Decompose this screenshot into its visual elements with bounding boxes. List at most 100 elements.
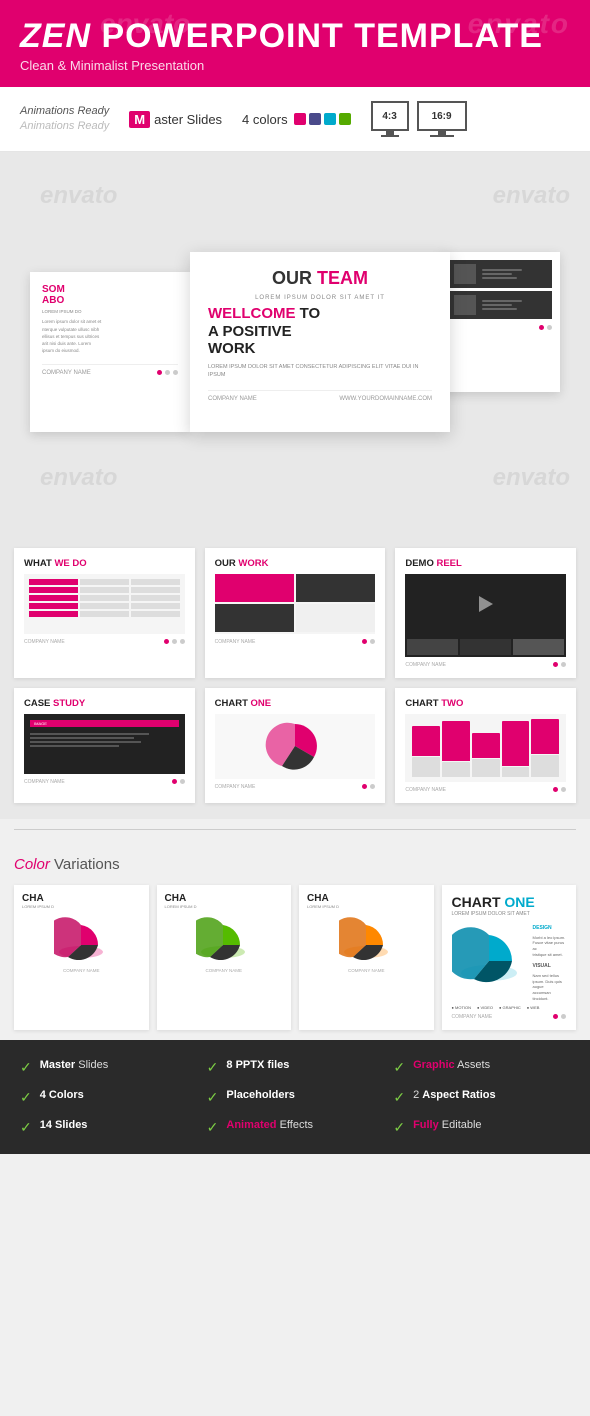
- nav-dot: [561, 662, 566, 667]
- thumb-chart1-footer: COMPANY NAME: [215, 784, 376, 790]
- watermark-left: envato: [100, 8, 190, 40]
- panel-line: [482, 300, 522, 302]
- panel-line: [482, 304, 512, 306]
- color-pie-svg-1: [54, 917, 109, 962]
- color-dot-green: [339, 113, 351, 125]
- wwd-cell: [80, 587, 129, 593]
- company-name: COMPANY NAME: [405, 787, 446, 793]
- feature-pptx-files: ✓ 8 PPTX files: [207, 1058, 384, 1076]
- legend-item: ● VIDEO: [477, 1005, 493, 1010]
- feature-text-4: 4 Colors: [40, 1088, 84, 1102]
- check-icon-4: ✓: [20, 1089, 32, 1106]
- bar: [502, 721, 530, 766]
- nav-dot: [547, 325, 552, 330]
- dark-panel-2: [448, 291, 552, 319]
- color-card-footer-3: COMPANY NAME: [307, 968, 426, 973]
- color-card-title-2: CHA: [165, 893, 284, 904]
- bar: [531, 719, 559, 754]
- thumb-grid: WHAT WE DO: [14, 548, 576, 803]
- color-pie-svg-3: [339, 917, 394, 962]
- thumb-chart2-title: CHART TWO: [405, 698, 566, 709]
- thumb-wwd-title: WHAT WE DO: [24, 558, 185, 569]
- wwd-cell: [29, 603, 78, 609]
- demo-thumb: [407, 639, 458, 655]
- check-icon-8: ✓: [207, 1119, 219, 1136]
- company-name: COMPANY NAME: [24, 639, 65, 645]
- legend-visual-text: Nam sed tellus ipsum. Duis quis augueacc…: [533, 973, 567, 1001]
- anim-line2: Animations Ready: [20, 119, 109, 134]
- slide-main-team: OUR TEAM: [208, 268, 432, 289]
- nav-dot-2: [173, 370, 178, 375]
- dark-panel-1: [448, 260, 552, 288]
- feature-text-7: 14 Slides: [40, 1118, 88, 1132]
- wwd-row1: [29, 579, 180, 585]
- slide-left-lorem: LOREM IPSUM DO: [42, 309, 178, 314]
- wwd-cell: [131, 587, 180, 593]
- color-card-green: CHA LOREM IPSUM D COMPANY NAME: [157, 885, 292, 1030]
- color-variations-title: Color Variations: [14, 856, 576, 873]
- color-card-footer-2: COMPANY NAME: [165, 968, 284, 973]
- feature-text-3: Graphic Assets: [413, 1058, 490, 1072]
- slide-left-company: COMPANY NAME: [42, 370, 91, 376]
- monitor-foot-169: [430, 135, 454, 137]
- nav-dot-active: [157, 370, 162, 375]
- color-card-footer-1: COMPANY NAME: [22, 968, 141, 973]
- nav-dot: [553, 787, 558, 792]
- wwd-cell: [29, 587, 78, 593]
- feature-master-slides: ✓ Master Slides: [20, 1058, 197, 1076]
- check-icon-3: ✓: [393, 1059, 405, 1076]
- thumb-demo-content: [405, 574, 566, 657]
- watermark-right: envato: [468, 8, 570, 40]
- colors-feature: 4 colors: [242, 112, 351, 127]
- color-section: Color Variations CHA LOREM IPSUM D COMPA…: [0, 840, 590, 1040]
- color-pie-1: [22, 914, 141, 964]
- panel-line: [482, 269, 522, 271]
- color-pie-2: [165, 914, 284, 964]
- wwd-cell: [29, 611, 78, 617]
- panel-line: [482, 273, 512, 275]
- bar: [412, 726, 440, 756]
- brand-zen: ZEN: [20, 17, 91, 55]
- feature-text-5: Placeholders: [226, 1088, 294, 1102]
- thumb-chart2-footer: COMPANY NAME: [405, 787, 566, 793]
- slide-eyebrow: LOREM IPSUM DOLOR SIT AMET IT: [208, 295, 432, 301]
- nav-dot: [370, 639, 375, 644]
- slide-main: OUR TEAM LOREM IPSUM DOLOR SIT AMET IT W…: [190, 252, 450, 432]
- legend-item: ● MOTION: [452, 1005, 472, 1010]
- check-icon-7: ✓: [20, 1119, 32, 1136]
- nav-dot: [362, 639, 367, 644]
- case-label: IMAGE: [30, 720, 179, 727]
- aspect-ratios: 4:3 16:9: [371, 101, 467, 137]
- wwd-row3: [29, 595, 180, 601]
- wwd-cell: [131, 611, 180, 617]
- slide-headline: WELLCOME TOA POSITIVEWORK: [208, 305, 432, 357]
- nav-dot: [539, 325, 544, 330]
- panel-lines-2: [482, 300, 522, 310]
- demo-thumbs: [405, 637, 566, 657]
- thumb-chart2-content: [405, 714, 566, 782]
- nav-dot: [561, 1014, 566, 1019]
- feature-animated-effects: ✓ Animated Effects: [207, 1118, 384, 1136]
- thumb-ow-content: [215, 574, 376, 634]
- footer-company: COMPANY NAME: [208, 396, 257, 402]
- case-line: [30, 745, 119, 747]
- bar: [531, 755, 559, 777]
- wwd-cell: [80, 595, 129, 601]
- case-nav: [172, 779, 185, 785]
- feature-4-colors: ✓ 4 Colors: [20, 1088, 197, 1106]
- watermark-4: envato: [493, 464, 570, 492]
- thumb-section: WHAT WE DO: [0, 532, 590, 819]
- nav-dot: [172, 779, 177, 784]
- feature-14-slides: ✓ 14 Slides: [20, 1118, 197, 1136]
- feature-text-6: 2 Aspect Ratios: [413, 1088, 496, 1102]
- legend-design-text: Morbi a leo ipsum. Fusce vitae purus act…: [533, 935, 567, 957]
- feature-text-8: Animated Effects: [226, 1118, 313, 1132]
- demo-dark-bg: [405, 574, 566, 634]
- thumb-case-study: CASE STUDY IMAGE COMPANY NAME: [14, 688, 195, 803]
- ow-cell-light: [296, 604, 375, 632]
- case-line: [30, 741, 141, 743]
- demo-thumb: [460, 639, 511, 655]
- slide-left-footer: COMPANY NAME: [42, 364, 178, 376]
- check-icon-5: ✓: [207, 1089, 219, 1106]
- color-card-title-1: CHA: [22, 893, 141, 904]
